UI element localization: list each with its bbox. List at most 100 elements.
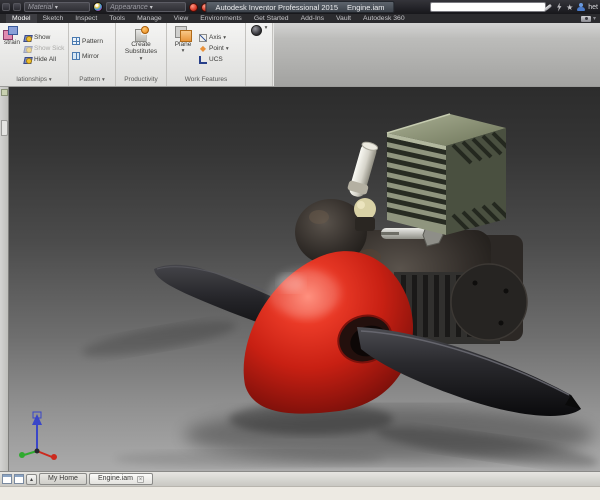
plane-icon bbox=[175, 26, 191, 41]
relationships-panel-label[interactable]: lationships ▾ bbox=[0, 74, 68, 86]
pattern-panel-label[interactable]: Pattern ▾ bbox=[69, 74, 115, 86]
hide-all-button[interactable]: Hide All bbox=[24, 54, 64, 65]
panel-pattern: Pattern Mirror Pattern ▾ bbox=[69, 23, 116, 86]
constrain-button[interactable]: strain bbox=[3, 25, 21, 72]
hide-all-label: Hide All bbox=[34, 56, 56, 63]
axis-button[interactable]: Axis ▾ bbox=[199, 32, 229, 43]
chevron-down-icon: ▾ bbox=[102, 77, 105, 83]
panel-productivity: Create Substitutes ▾ Productivity bbox=[116, 23, 167, 86]
point-button[interactable]: ◆ Point ▾ bbox=[199, 43, 229, 54]
material-dropdown[interactable]: Material ▾ bbox=[24, 2, 90, 12]
close-icon[interactable]: × bbox=[137, 476, 144, 483]
tab-add-ins[interactable]: Add-Ins bbox=[295, 14, 330, 23]
my-home-tab-label: My Home bbox=[48, 474, 78, 484]
communication-center-icon[interactable] bbox=[555, 3, 563, 12]
create-substitutes-label: Create Substitutes bbox=[119, 41, 163, 56]
appearance-sphere-icon[interactable] bbox=[93, 2, 103, 12]
engine-tab-label: Engine.iam bbox=[98, 474, 133, 484]
point-icon: ◆ bbox=[199, 45, 207, 53]
ribbon-tab-bar: Model Sketch Inspect Tools Manage View E… bbox=[0, 14, 600, 23]
tile-windows-icon[interactable] bbox=[14, 474, 24, 484]
appearance-dropdown-label: Appearance bbox=[110, 4, 148, 11]
show-sick-label: Show Sick bbox=[34, 45, 64, 52]
create-substitutes-icon bbox=[134, 26, 149, 41]
plane-button[interactable]: Plane ▾ bbox=[170, 25, 196, 72]
browser-panel-icon[interactable] bbox=[1, 89, 8, 96]
hide-all-icon bbox=[24, 56, 32, 64]
status-bar bbox=[0, 486, 600, 500]
search-input[interactable] bbox=[430, 2, 546, 12]
pattern-icon bbox=[72, 37, 80, 45]
tab-view[interactable]: View bbox=[168, 14, 195, 23]
save-icon[interactable] bbox=[13, 3, 21, 11]
chevron-down-icon: ▾ bbox=[226, 46, 229, 52]
ucs-icon bbox=[199, 56, 207, 64]
chevron-down-icon: ▾ bbox=[49, 77, 52, 83]
appearance-dropdown[interactable]: Appearance ▾ bbox=[106, 2, 186, 12]
camera-icon[interactable] bbox=[581, 16, 591, 22]
collapsed-browser-panel[interactable] bbox=[0, 87, 9, 471]
sign-in-person-icon[interactable] bbox=[576, 3, 585, 12]
expand-tabs-button[interactable]: ▴ bbox=[26, 474, 37, 485]
favorites-icon[interactable]: ★ bbox=[566, 3, 573, 12]
create-substitutes-button[interactable]: Create Substitutes ▾ bbox=[119, 25, 163, 72]
axis-label: Axis bbox=[209, 34, 221, 41]
help-tools-icon[interactable] bbox=[543, 3, 552, 12]
tab-vault[interactable]: Vault bbox=[330, 14, 357, 23]
mirror-button[interactable]: Mirror bbox=[72, 51, 112, 62]
document-title: Engine.iam bbox=[347, 3, 385, 12]
constrain-label: strain bbox=[4, 39, 20, 46]
chevron-down-icon: ▾ bbox=[55, 4, 58, 11]
tab-autodesk-360[interactable]: Autodesk 360 bbox=[357, 14, 411, 23]
panel-collapsed: ▾ bbox=[246, 23, 273, 86]
tab-environments[interactable]: Environments bbox=[194, 14, 248, 23]
chevron-down-icon: ▾ bbox=[223, 35, 226, 41]
chevron-down-icon[interactable]: ▾ bbox=[265, 25, 268, 31]
panel-work-features: Plane ▾ Axis ▾ ◆ Point ▾ bbox=[167, 23, 246, 86]
ucs-label: UCS bbox=[209, 56, 223, 63]
ribbon-empty-area bbox=[273, 23, 600, 86]
orbit-sphere-icon[interactable] bbox=[251, 25, 262, 36]
tab-manage[interactable]: Manage bbox=[131, 14, 168, 23]
app-menu-icon[interactable] bbox=[2, 3, 10, 11]
tab-engine-iam[interactable]: Engine.iam × bbox=[89, 473, 153, 485]
mirror-icon bbox=[72, 52, 80, 60]
material-dropdown-label: Material bbox=[28, 4, 53, 11]
pattern-button[interactable]: Pattern bbox=[72, 36, 112, 47]
document-tab-bar: ▴ My Home Engine.iam × bbox=[0, 471, 600, 486]
tab-inspect[interactable]: Inspect bbox=[69, 14, 103, 23]
pattern-label: Pattern bbox=[82, 38, 103, 45]
tab-my-home[interactable]: My Home bbox=[39, 473, 87, 485]
show-button[interactable]: Show bbox=[24, 32, 64, 43]
title-bar: Material ▾ Appearance ▾ fx ★ ▾ Autodesk … bbox=[0, 0, 600, 14]
signed-in-username[interactable]: het bbox=[588, 4, 598, 11]
show-sick-button[interactable]: Show Sick bbox=[24, 43, 64, 54]
model-viewport[interactable] bbox=[0, 87, 600, 471]
axis-icon bbox=[199, 34, 207, 42]
cylinder-head[interactable] bbox=[387, 114, 509, 235]
show-label: Show bbox=[34, 34, 50, 41]
adjust-icon[interactable] bbox=[189, 3, 198, 12]
mirror-label: Mirror bbox=[82, 53, 99, 60]
show-icon bbox=[24, 34, 32, 42]
constrain-icon bbox=[3, 26, 17, 39]
chevron-down-icon: ▾ bbox=[140, 56, 143, 62]
tab-sketch[interactable]: Sketch bbox=[37, 14, 70, 23]
ucs-button[interactable]: UCS bbox=[199, 54, 229, 65]
window-title: Autodesk Inventor Professional 2015 Engi… bbox=[205, 1, 394, 13]
show-sick-icon bbox=[24, 45, 32, 53]
app-title: Autodesk Inventor Professional 2015 bbox=[215, 3, 338, 12]
origin-triad bbox=[19, 412, 57, 460]
tab-model[interactable]: Model bbox=[6, 14, 37, 23]
plane-label: Plane bbox=[175, 41, 192, 48]
work-features-panel-label: Work Features bbox=[167, 74, 245, 86]
productivity-panel-label: Productivity bbox=[116, 74, 166, 86]
tab-tools[interactable]: Tools bbox=[103, 14, 131, 23]
chevron-down-icon[interactable]: ▾ bbox=[593, 15, 596, 22]
cascade-windows-icon[interactable] bbox=[2, 474, 12, 484]
chevron-down-icon: ▾ bbox=[182, 48, 185, 54]
browser-expand-handle[interactable] bbox=[1, 120, 8, 136]
tab-get-started[interactable]: Get Started bbox=[248, 14, 295, 23]
engine-3d-scene[interactable] bbox=[9, 87, 600, 471]
point-label: Point bbox=[209, 45, 224, 52]
